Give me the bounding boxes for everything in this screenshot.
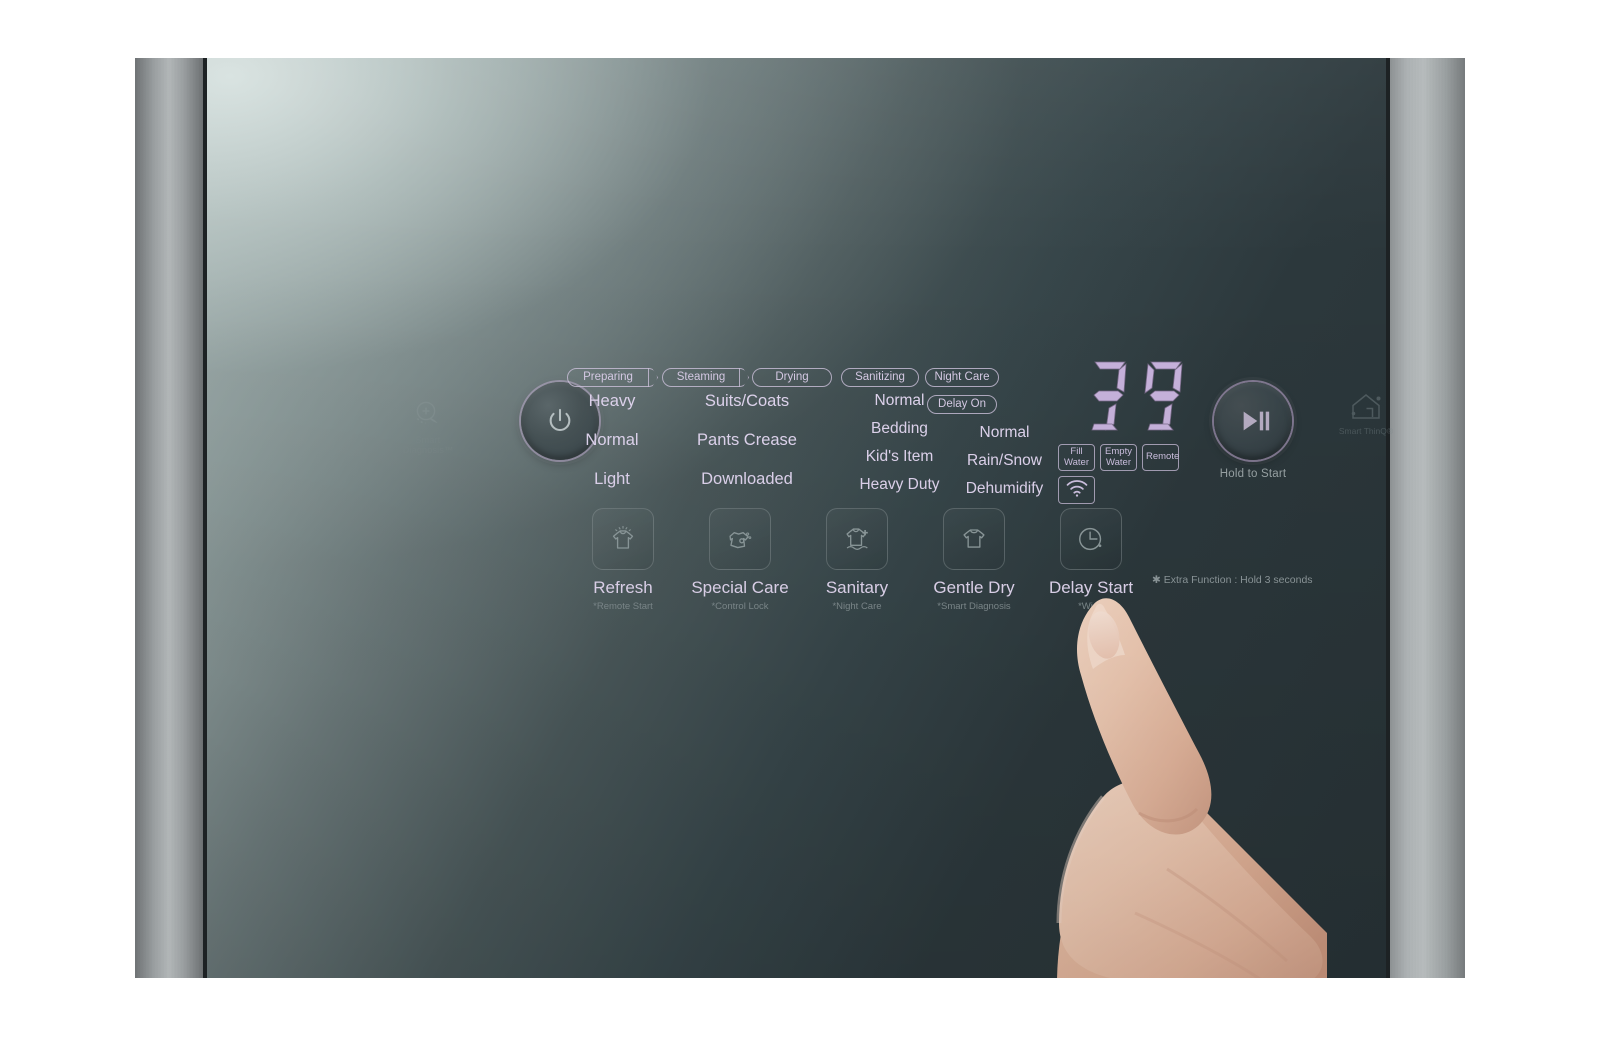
status-chip-preparing: Preparing bbox=[567, 368, 649, 387]
smart-diagnosis-icon bbox=[411, 398, 445, 432]
appliance-control-panel: Smart Diagnosis™ Hold to Start Smart Thi… bbox=[135, 58, 1465, 978]
right-bezel-seam bbox=[1386, 58, 1390, 978]
special-care-icon bbox=[709, 508, 771, 570]
function-sublabel-sanitary: *Night Care bbox=[832, 601, 882, 612]
clock-icon bbox=[1060, 508, 1122, 570]
glass-control-surface: Smart Diagnosis™ Hold to Start Smart Thi… bbox=[207, 58, 1393, 978]
indicator-empty-water: Empty Water bbox=[1100, 444, 1137, 471]
cycle-label-heavy[interactable]: Heavy bbox=[547, 392, 677, 411]
left-bezel bbox=[135, 58, 203, 978]
cycle-label-downloaded[interactable]: Downloaded bbox=[662, 470, 832, 489]
function-sublabel-refresh: *Remote Start bbox=[593, 601, 653, 612]
function-label-special-care: Special Care bbox=[691, 578, 789, 597]
function-label-delay-start: Delay Start bbox=[1048, 578, 1134, 597]
function-button-gentle-dry[interactable]: Gentle Dry *Smart Diagnosis bbox=[918, 508, 1030, 612]
cycle-label-normal-1[interactable]: Normal bbox=[547, 431, 677, 450]
indicator-fill-water-line1: Fill bbox=[1070, 446, 1083, 457]
function-label-gentle-dry: Gentle Dry bbox=[933, 578, 1015, 597]
smart-thinq-label: Smart ThinQ® bbox=[1338, 426, 1394, 436]
status-chip-night-care: Night Care bbox=[925, 368, 999, 387]
display-digit-tens bbox=[1091, 361, 1127, 431]
gentle-dry-icon bbox=[943, 508, 1005, 570]
function-button-delay-start[interactable]: Delay Start *Wi-Fi bbox=[1035, 508, 1147, 612]
smart-thinq-mark: Smart ThinQ® bbox=[1327, 390, 1405, 436]
indicator-fill-water-line2: Water bbox=[1064, 456, 1089, 468]
indicator-remote-label: Remote bbox=[1146, 451, 1180, 463]
function-button-sanitary[interactable]: Sanitary *Night Care bbox=[801, 508, 913, 612]
function-label-refresh: Refresh bbox=[593, 578, 653, 597]
cycle-label-pants-crease[interactable]: Pants Crease bbox=[662, 431, 832, 450]
sanitary-plus-icon bbox=[826, 508, 888, 570]
status-chip-sanitizing: Sanitizing bbox=[841, 368, 919, 387]
indicator-remote: Remote bbox=[1142, 444, 1179, 471]
display-digit-ones bbox=[1144, 361, 1183, 431]
smart-diagnosis-label-line2: Diagnosis™ bbox=[402, 445, 454, 455]
right-bezel bbox=[1390, 58, 1465, 978]
display-indicators: Fill Water Empty Water Remote bbox=[1058, 444, 1186, 504]
function-sublabel-delay-start: *Wi-Fi bbox=[1078, 601, 1104, 612]
function-button-special-care[interactable]: Special Care *Control Lock bbox=[684, 508, 796, 612]
status-chip-steaming: Steaming bbox=[662, 368, 740, 387]
play-pause-icon bbox=[1214, 382, 1292, 460]
controls-cluster: Smart Diagnosis™ Hold to Start Smart Thi… bbox=[207, 58, 1393, 978]
cycle-label-suits-coats[interactable]: Suits/Coats bbox=[662, 392, 832, 411]
function-sublabel-special-care: *Control Lock bbox=[711, 601, 769, 612]
smart-diagnosis-mark: Smart Diagnosis™ bbox=[393, 398, 463, 455]
indicator-fill-water: Fill Water bbox=[1058, 444, 1095, 471]
cycle-label-normal-2[interactable]: Normal bbox=[817, 392, 982, 410]
display-digits bbox=[1058, 358, 1188, 436]
status-chip-drying: Drying bbox=[752, 368, 832, 387]
smart-diagnosis-label-line1: Smart bbox=[415, 435, 441, 445]
refresh-shirt-icon bbox=[592, 508, 654, 570]
extra-function-note: ✱ Extra Function : Hold 3 seconds bbox=[1152, 574, 1313, 586]
wifi-icon bbox=[1065, 479, 1089, 501]
indicator-empty-water-line2: Water bbox=[1106, 456, 1131, 468]
start-pause-button[interactable] bbox=[1214, 382, 1292, 460]
function-label-sanitary: Sanitary bbox=[825, 578, 889, 597]
function-button-refresh[interactable]: Refresh *Remote Start bbox=[567, 508, 679, 612]
cycle-label-light[interactable]: Light bbox=[547, 470, 677, 489]
smart-thinq-icon bbox=[1348, 390, 1384, 422]
indicator-empty-water-line1: Empty bbox=[1105, 446, 1132, 457]
function-sublabel-gentle-dry: *Smart Diagnosis bbox=[937, 601, 1011, 612]
hold-to-start-label: Hold to Start bbox=[1219, 468, 1287, 480]
indicator-wifi bbox=[1058, 476, 1095, 504]
